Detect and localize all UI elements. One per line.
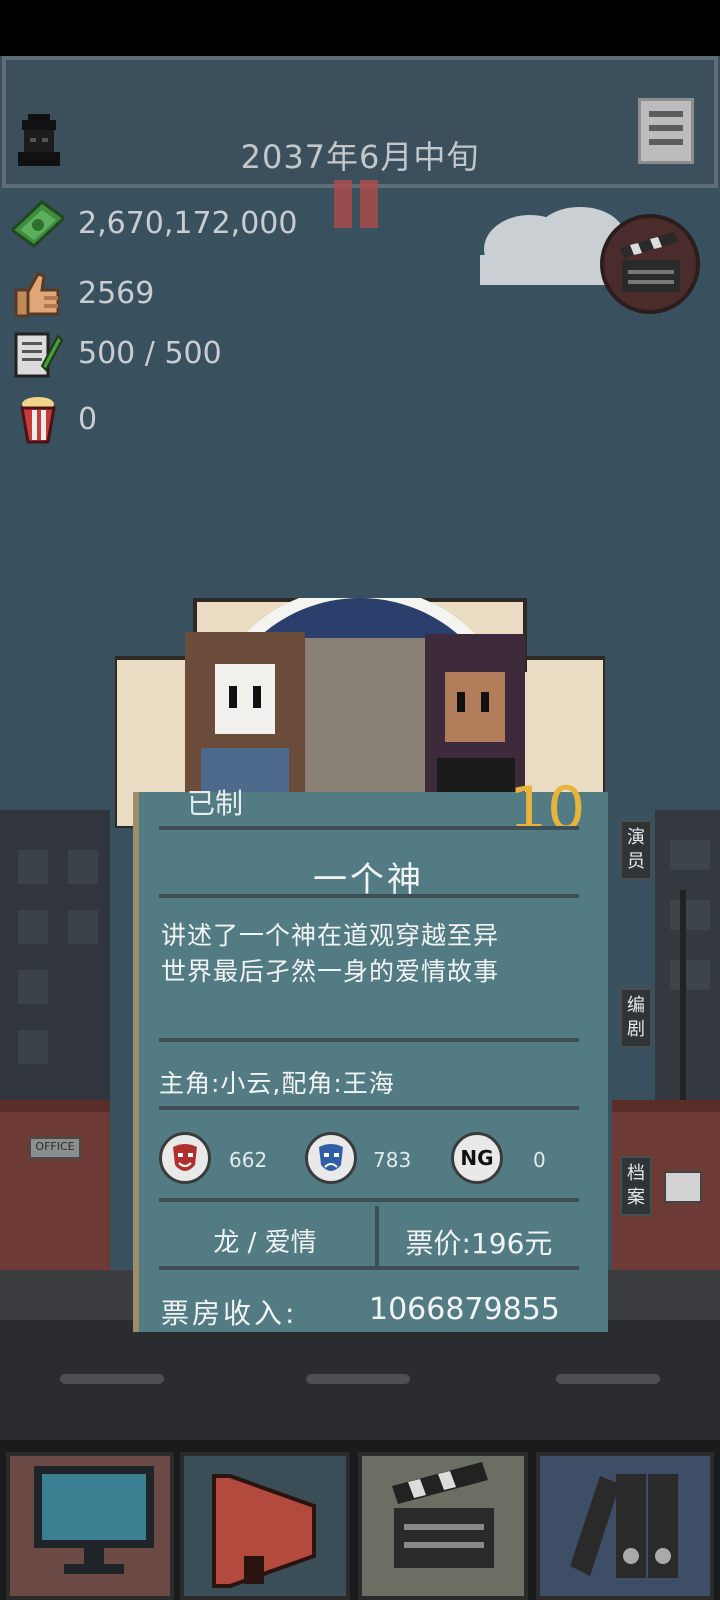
film-reels-icon: [570, 1474, 678, 1578]
tragedy-count: 783: [373, 1148, 412, 1172]
computer-icon: [34, 1466, 154, 1574]
office-sign: OFFICE: [35, 1140, 75, 1153]
money-icon: [12, 200, 64, 248]
tab-actors[interactable]: 演员: [620, 820, 652, 880]
menu-icon: [649, 111, 683, 117]
ticket-price: 票价:196元: [405, 1227, 553, 1260]
scripts-stat: 500 / 500: [8, 326, 268, 382]
archive-button[interactable]: [536, 1452, 714, 1600]
popcorn-value: 0: [78, 402, 98, 437]
money-stat: 2,670,172,000: [8, 196, 308, 252]
scripts-value: 500 / 500: [78, 336, 222, 371]
top-bar: 2037年6月中旬: [2, 56, 718, 188]
menu-button[interactable]: [638, 98, 694, 164]
film-clapper-icon: [392, 1462, 494, 1568]
tab-writers[interactable]: 编剧: [620, 988, 652, 1048]
box-office-label: 票房收入:: [161, 1297, 298, 1330]
computer-button[interactable]: [6, 1452, 174, 1600]
comedy-mask-icon: [159, 1132, 211, 1184]
ng-count: 0: [533, 1148, 546, 1172]
promotion-button[interactable]: [180, 1452, 350, 1600]
bottom-nav: [0, 1440, 720, 1600]
shoot-film-button[interactable]: [358, 1452, 528, 1600]
money-value: 2,670,172,000: [78, 206, 298, 241]
street: [0, 1320, 720, 1440]
tragedy-mask-icon: [305, 1132, 357, 1184]
rank-number: 10: [509, 774, 586, 844]
movie-info-card[interactable]: 已制 10 一个神 讲述了一个神在道观穿越至异 世界最后孑然一身的爱情故事 主角…: [133, 774, 608, 1332]
popcorn-stat: 0: [8, 392, 168, 448]
likes-stat: 2569: [8, 266, 208, 322]
ng-icon: NG: [451, 1132, 503, 1184]
thumbs-up-icon: [14, 272, 60, 318]
megaphone-icon: [212, 1474, 316, 1588]
clapperboard-icon: [620, 232, 680, 292]
pause-icon[interactable]: [334, 180, 384, 228]
movie-cast: 主角:小云,配角:王海: [159, 1069, 395, 1098]
popcorn-icon: [20, 397, 56, 444]
likes-value: 2569: [78, 276, 155, 311]
film-production-button[interactable]: [600, 214, 700, 314]
movie-description: 讲述了一个神在道观穿越至异 世界最后孑然一身的爱情故事: [161, 921, 500, 986]
produced-label: 已制: [187, 787, 244, 820]
script-notepad-icon: [14, 332, 64, 378]
status-bar: [0, 0, 720, 56]
tab-archive[interactable]: 档案: [620, 1156, 652, 1216]
game-date: 2037年6月中旬: [240, 138, 480, 176]
box-office-value: 1066879855: [369, 1292, 560, 1327]
comedy-count: 662: [229, 1148, 268, 1172]
movie-genre: 龙 / 爱情: [213, 1228, 317, 1258]
